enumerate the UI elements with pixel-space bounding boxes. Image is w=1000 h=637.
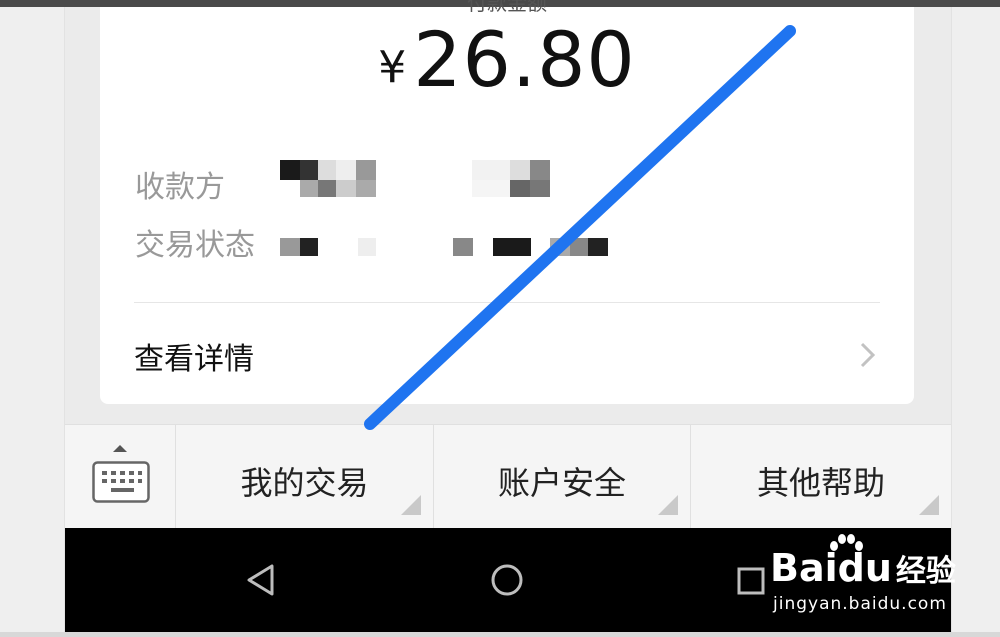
bottom-edge (0, 632, 1000, 637)
submenu-corner-icon (919, 495, 939, 515)
menu-my-transactions[interactable]: 我的交易 (176, 425, 434, 529)
baidu-paw-icon (830, 534, 863, 551)
watermark-site: jingyan.baidu.com (773, 594, 947, 614)
left-margin (0, 7, 65, 637)
amount-display: ¥26.80 (100, 15, 914, 105)
menu-account-security[interactable]: 账户安全 (434, 425, 691, 529)
baidu-jingyan-watermark: Baidu 经验 jingyan.baidu.com (770, 528, 960, 628)
menu-label: 其他帮助 (756, 464, 885, 502)
nav-recent-icon[interactable] (737, 567, 765, 595)
keyboard-icon (92, 461, 150, 503)
currency-symbol: ¥ (378, 42, 408, 93)
amount-header: 付款金额 (467, 0, 547, 15)
chevron-right-icon (860, 342, 876, 368)
view-details-row[interactable]: 查看详情 (134, 312, 880, 392)
payee-label: 收款方 (135, 170, 225, 205)
submenu-corner-icon (401, 495, 421, 515)
payment-card: 付款金额 ¥26.80 收款方 交易状态 查看详情 (100, 0, 914, 404)
menu-label: 账户安全 (497, 464, 626, 502)
menu-label: 我的交易 (240, 464, 369, 502)
status-label: 交易状态 (135, 228, 255, 263)
view-details-label: 查看详情 (134, 342, 254, 377)
menu-other-help[interactable]: 其他帮助 (691, 425, 951, 529)
keyboard-toggle-button[interactable] (65, 425, 176, 529)
submenu-corner-icon (658, 495, 678, 515)
nav-home-icon[interactable] (490, 563, 524, 597)
nav-back-icon[interactable] (245, 563, 277, 597)
divider (134, 302, 880, 303)
bottom-menu-bar: 我的交易 账户安全 其他帮助 (65, 424, 951, 529)
amount-value: 26.80 (413, 15, 636, 104)
caret-up-icon (113, 445, 127, 452)
